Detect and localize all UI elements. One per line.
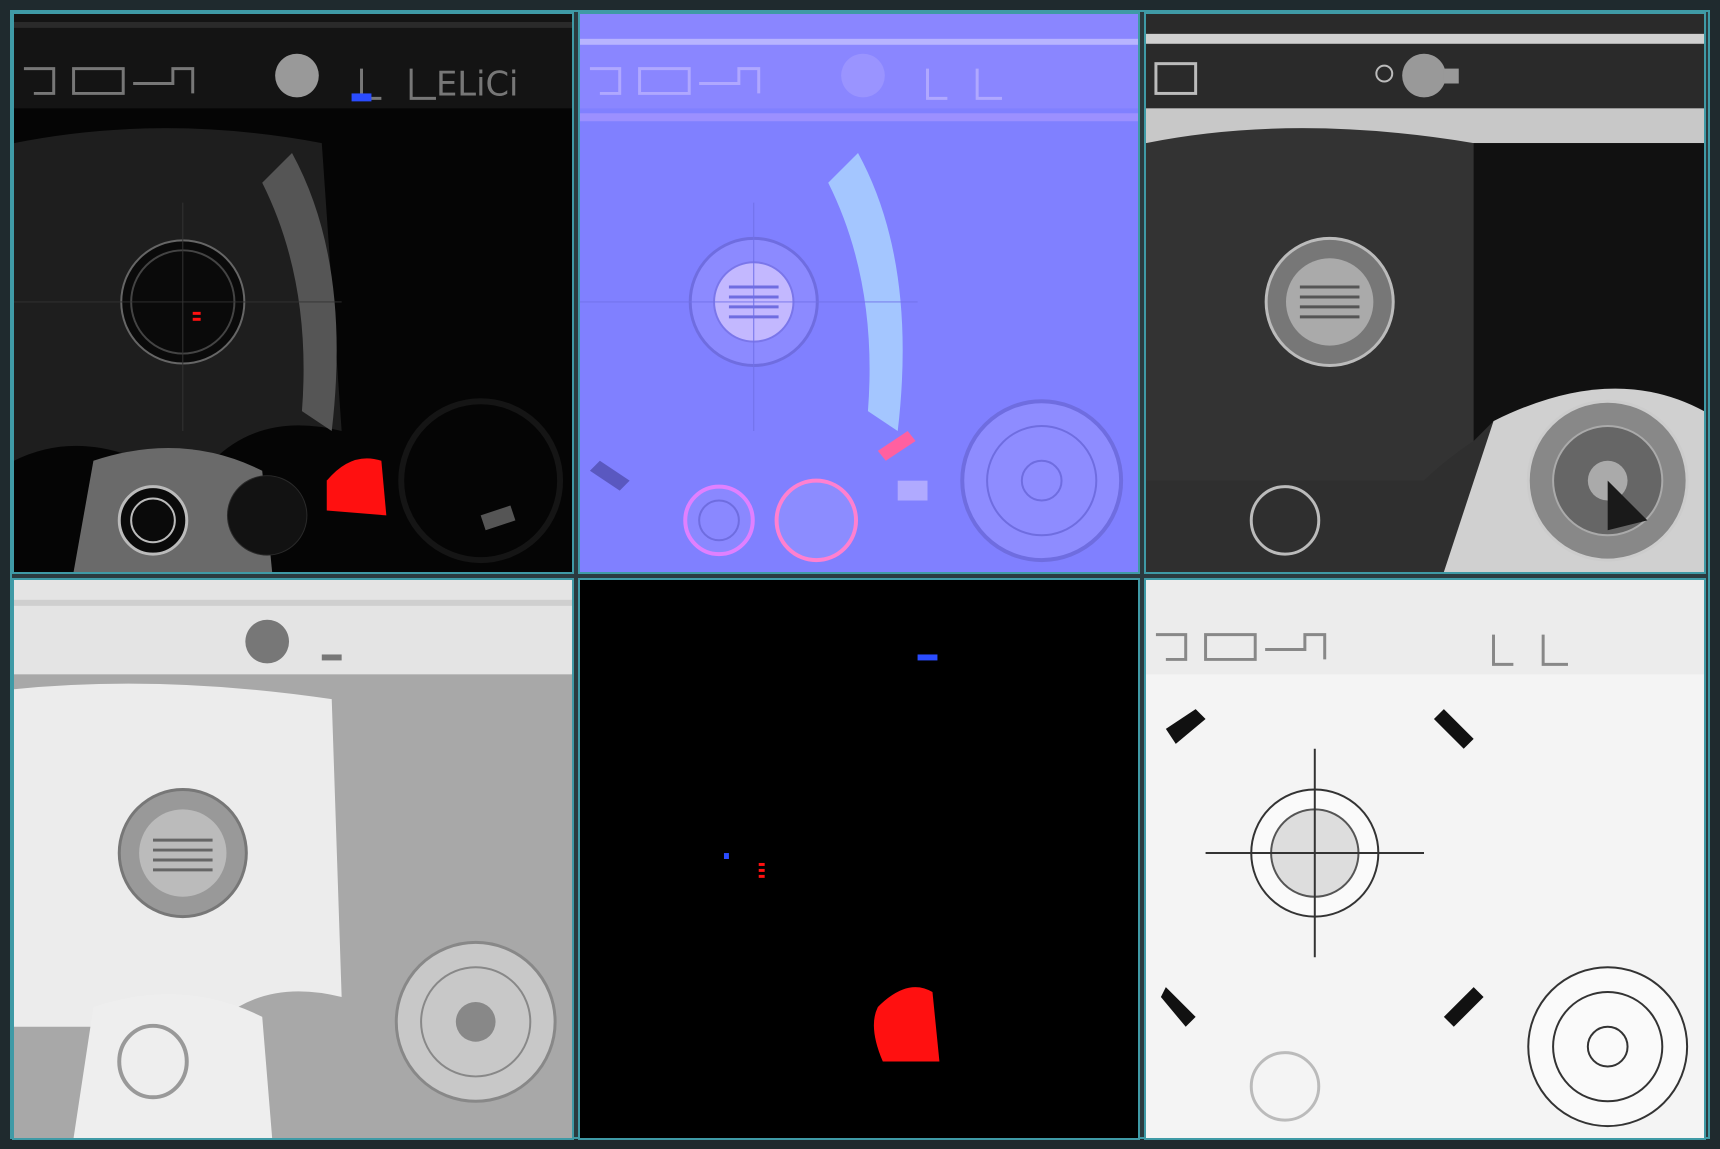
- ambient-occlusion-graphic: [1146, 580, 1704, 1138]
- panel-strip-text: ELiCi: [436, 64, 518, 103]
- roughness-map-tile: [1144, 12, 1706, 574]
- emission-mask-graphic: [580, 580, 1138, 1138]
- emission-mask-tile: [578, 578, 1140, 1140]
- texture-sheet: ELiCi: [10, 10, 1710, 1140]
- roughness-map-graphic: [1146, 14, 1704, 572]
- emissive-map-graphic: ELiCi: [14, 14, 572, 572]
- ambient-occlusion-tile: [1144, 578, 1706, 1140]
- normal-map-tile: [578, 12, 1140, 574]
- height-map-tile: [12, 578, 574, 1140]
- normal-map-graphic: [580, 14, 1138, 572]
- emissive-map-tile: ELiCi: [12, 12, 574, 574]
- height-map-graphic: [14, 580, 572, 1138]
